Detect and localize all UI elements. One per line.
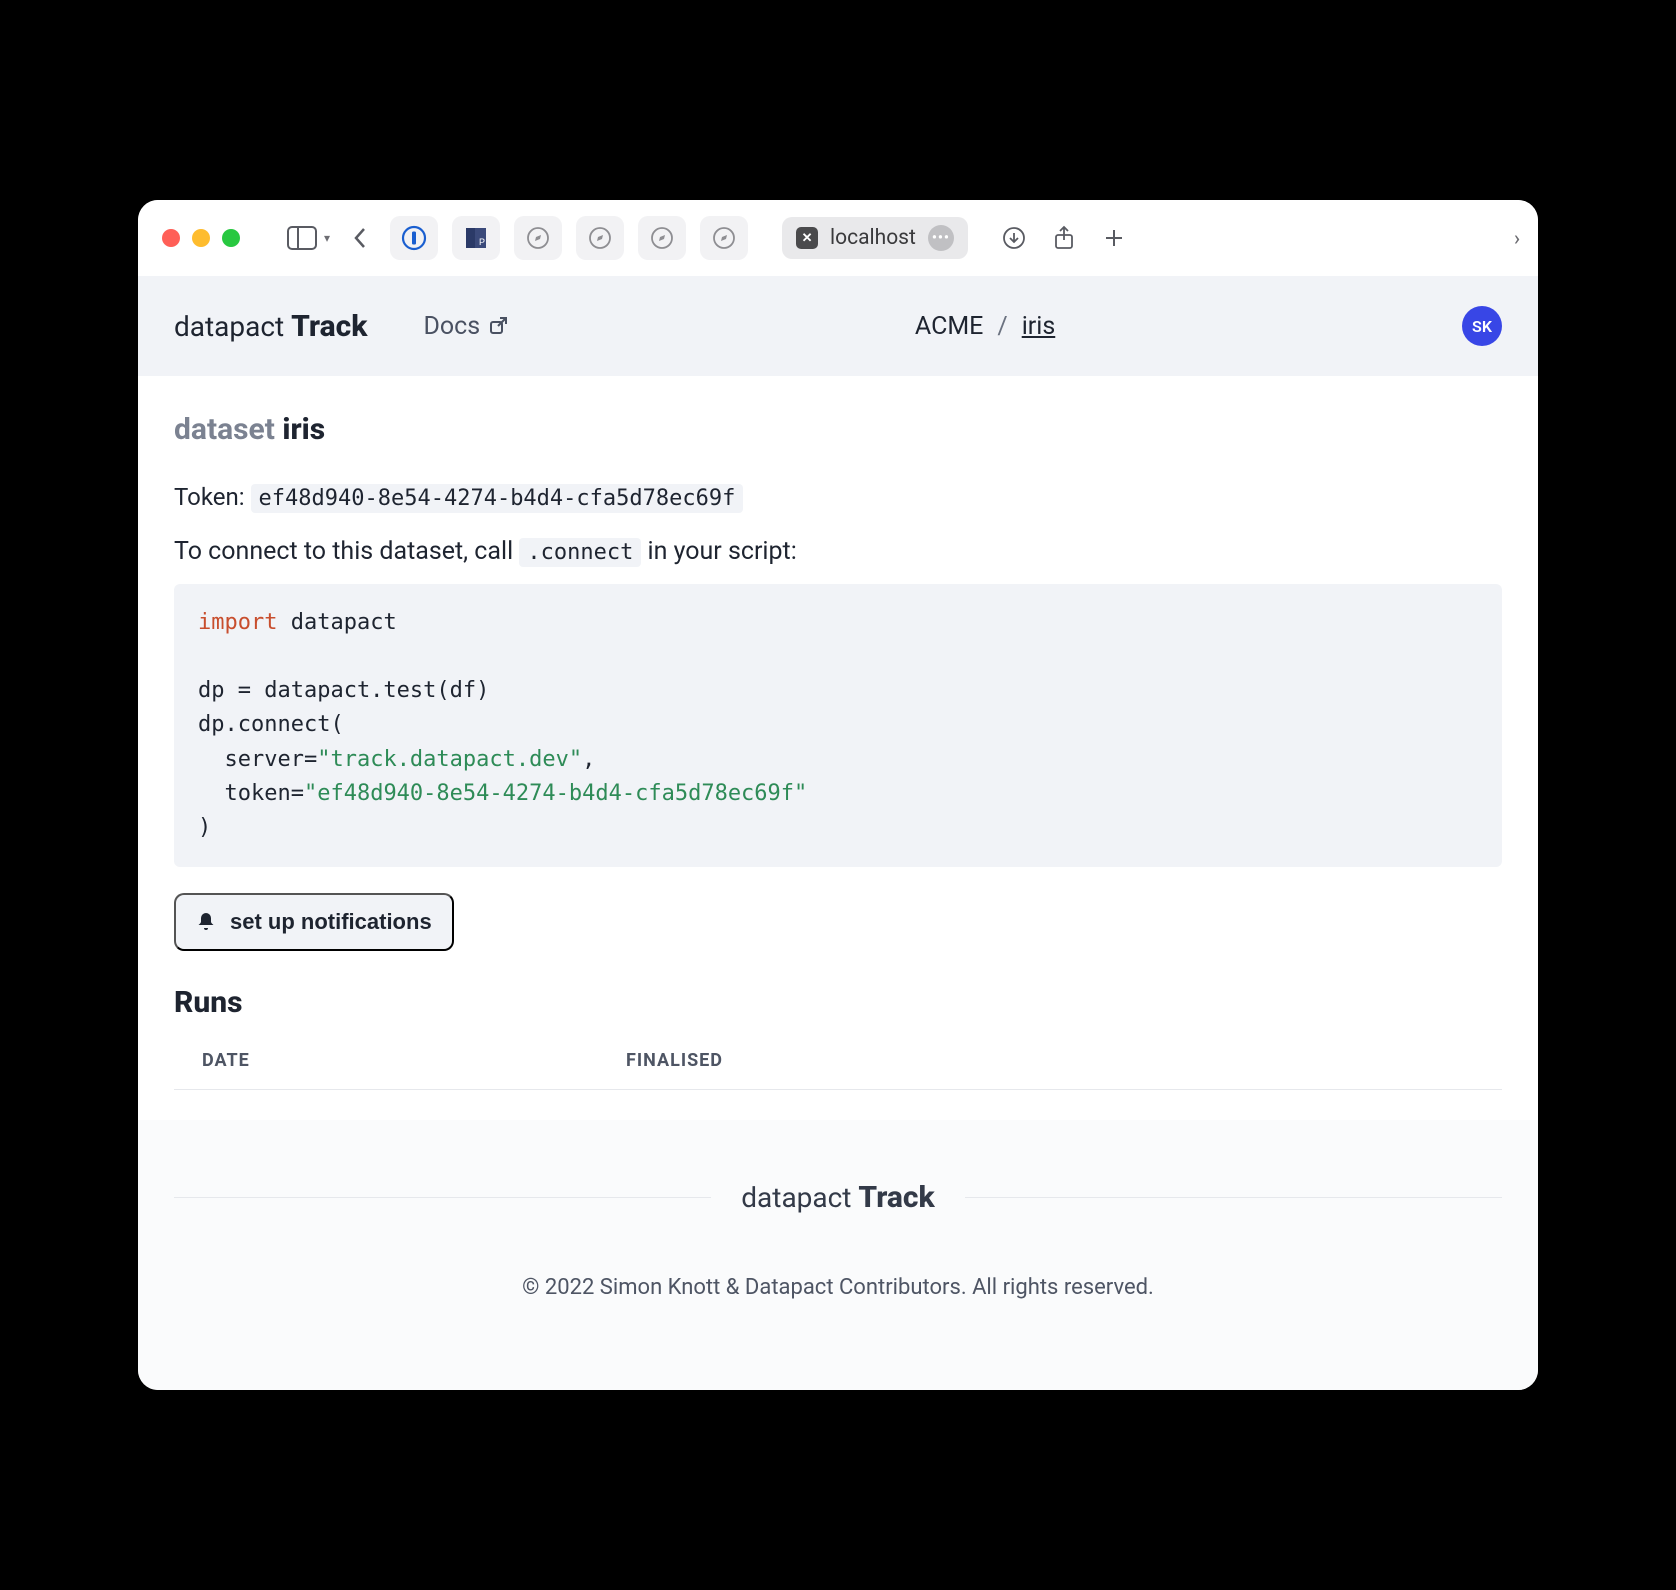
extension-icon-2[interactable]: P [452, 216, 500, 260]
token-value[interactable]: ef48d940-8e54-4274-b4d4-cfa5d78ec69f [251, 484, 744, 513]
window-controls [162, 229, 240, 247]
code-line-5-post: , [582, 747, 595, 772]
footer: datapact Track © 2022 Simon Knott & Data… [138, 1120, 1538, 1390]
runs-col-finalised: FINALISED [626, 1050, 1474, 1071]
runs-table-header: DATE FINALISED [174, 1038, 1502, 1090]
breadcrumb: ACME / iris [915, 312, 1055, 341]
docs-link[interactable]: Docs [423, 312, 508, 341]
onepassword-extension-icon[interactable] [390, 216, 438, 260]
app-header: datapact Track Docs ACME / iris SK [138, 276, 1538, 376]
breadcrumb-dataset[interactable]: iris [1022, 312, 1056, 341]
bell-icon [196, 911, 216, 933]
footer-brand-bold: Track [858, 1180, 934, 1215]
back-button[interactable] [344, 222, 376, 254]
code-line-7: ) [198, 815, 211, 840]
footer-copyright: © 2022 Simon Knott & Datapact Contributo… [174, 1275, 1502, 1300]
dataset-name: iris [282, 412, 325, 447]
address-bar[interactable]: ✕ localhost ••• [782, 217, 968, 259]
footer-brand: datapact Track [741, 1180, 934, 1215]
minimize-window-icon[interactable] [192, 229, 210, 247]
code-line-4: dp.connect( [198, 712, 344, 737]
main-content: dataset iris Token: ef48d940-8e54-4274-b… [138, 376, 1538, 1090]
connect-prompt-pre: To connect to this dataset, call [174, 537, 519, 566]
compass-extension-icon-1[interactable] [514, 216, 562, 260]
page-title: dataset iris [174, 412, 1502, 447]
compass-extension-icon-4[interactable] [700, 216, 748, 260]
code-line-1-rest: datapact [277, 610, 396, 635]
setup-notifications-button[interactable]: set up notifications [174, 893, 454, 951]
browser-toolbar: ▾ P ✕ localhost ••• [138, 200, 1538, 276]
download-icon[interactable] [998, 222, 1030, 254]
code-line-3: dp = datapact.test(df) [198, 678, 489, 703]
notif-button-label: set up notifications [230, 909, 432, 935]
footer-brand-row: datapact Track [174, 1180, 1502, 1215]
footer-brand-light: datapact [741, 1181, 851, 1214]
chevron-down-icon[interactable]: ▾ [324, 231, 330, 245]
footer-divider-right [965, 1197, 1502, 1198]
maximize-window-icon[interactable] [222, 229, 240, 247]
code-line-5-pre: server= [198, 747, 317, 772]
svg-text:P: P [479, 237, 485, 247]
token-line: Token: ef48d940-8e54-4274-b4d4-cfa5d78ec… [174, 483, 1502, 511]
toolbar-right-group [998, 222, 1130, 254]
address-text: localhost [830, 226, 916, 250]
connect-prompt: To connect to this dataset, call .connec… [174, 537, 1502, 566]
runs-table: DATE FINALISED [174, 1038, 1502, 1090]
avatar[interactable]: SK [1462, 306, 1502, 346]
code-keyword-import: import [198, 610, 277, 635]
connect-prompt-post: in your script: [641, 537, 796, 566]
connect-inline-code: .connect [519, 538, 641, 567]
close-window-icon[interactable] [162, 229, 180, 247]
brand-text-light: datapact [174, 310, 284, 343]
sidebar-toggle-icon[interactable] [282, 222, 322, 254]
share-icon[interactable] [1048, 222, 1080, 254]
site-badge-icon: ✕ [796, 227, 818, 249]
app-brand[interactable]: datapact Track [174, 309, 367, 344]
breadcrumb-separator: / [997, 312, 1007, 341]
code-line-6-pre: token= [198, 781, 304, 806]
runs-col-date: DATE [202, 1050, 626, 1071]
token-label: Token: [174, 483, 245, 511]
site-more-icon[interactable]: ••• [928, 225, 954, 251]
compass-extension-icon-3[interactable] [638, 216, 686, 260]
sidebar-toggle-group: ▾ [282, 222, 330, 254]
compass-extension-icon-2[interactable] [576, 216, 624, 260]
connect-code-block[interactable]: import datapact dp = datapact.test(df) d… [174, 584, 1502, 867]
heading-prefix: dataset [174, 412, 275, 447]
browser-window: ▾ P ✕ localhost ••• [138, 200, 1538, 1390]
external-link-icon [488, 316, 508, 336]
footer-divider-left [174, 1197, 711, 1198]
docs-link-label: Docs [423, 312, 480, 341]
new-tab-icon[interactable] [1098, 222, 1130, 254]
breadcrumb-org[interactable]: ACME [915, 312, 983, 341]
code-string-token: "ef48d940-8e54-4274-b4d4-cfa5d78ec69f" [304, 781, 807, 806]
brand-text-bold: Track [291, 309, 367, 344]
code-string-server: "track.datapact.dev" [317, 747, 582, 772]
runs-heading: Runs [174, 985, 1502, 1020]
